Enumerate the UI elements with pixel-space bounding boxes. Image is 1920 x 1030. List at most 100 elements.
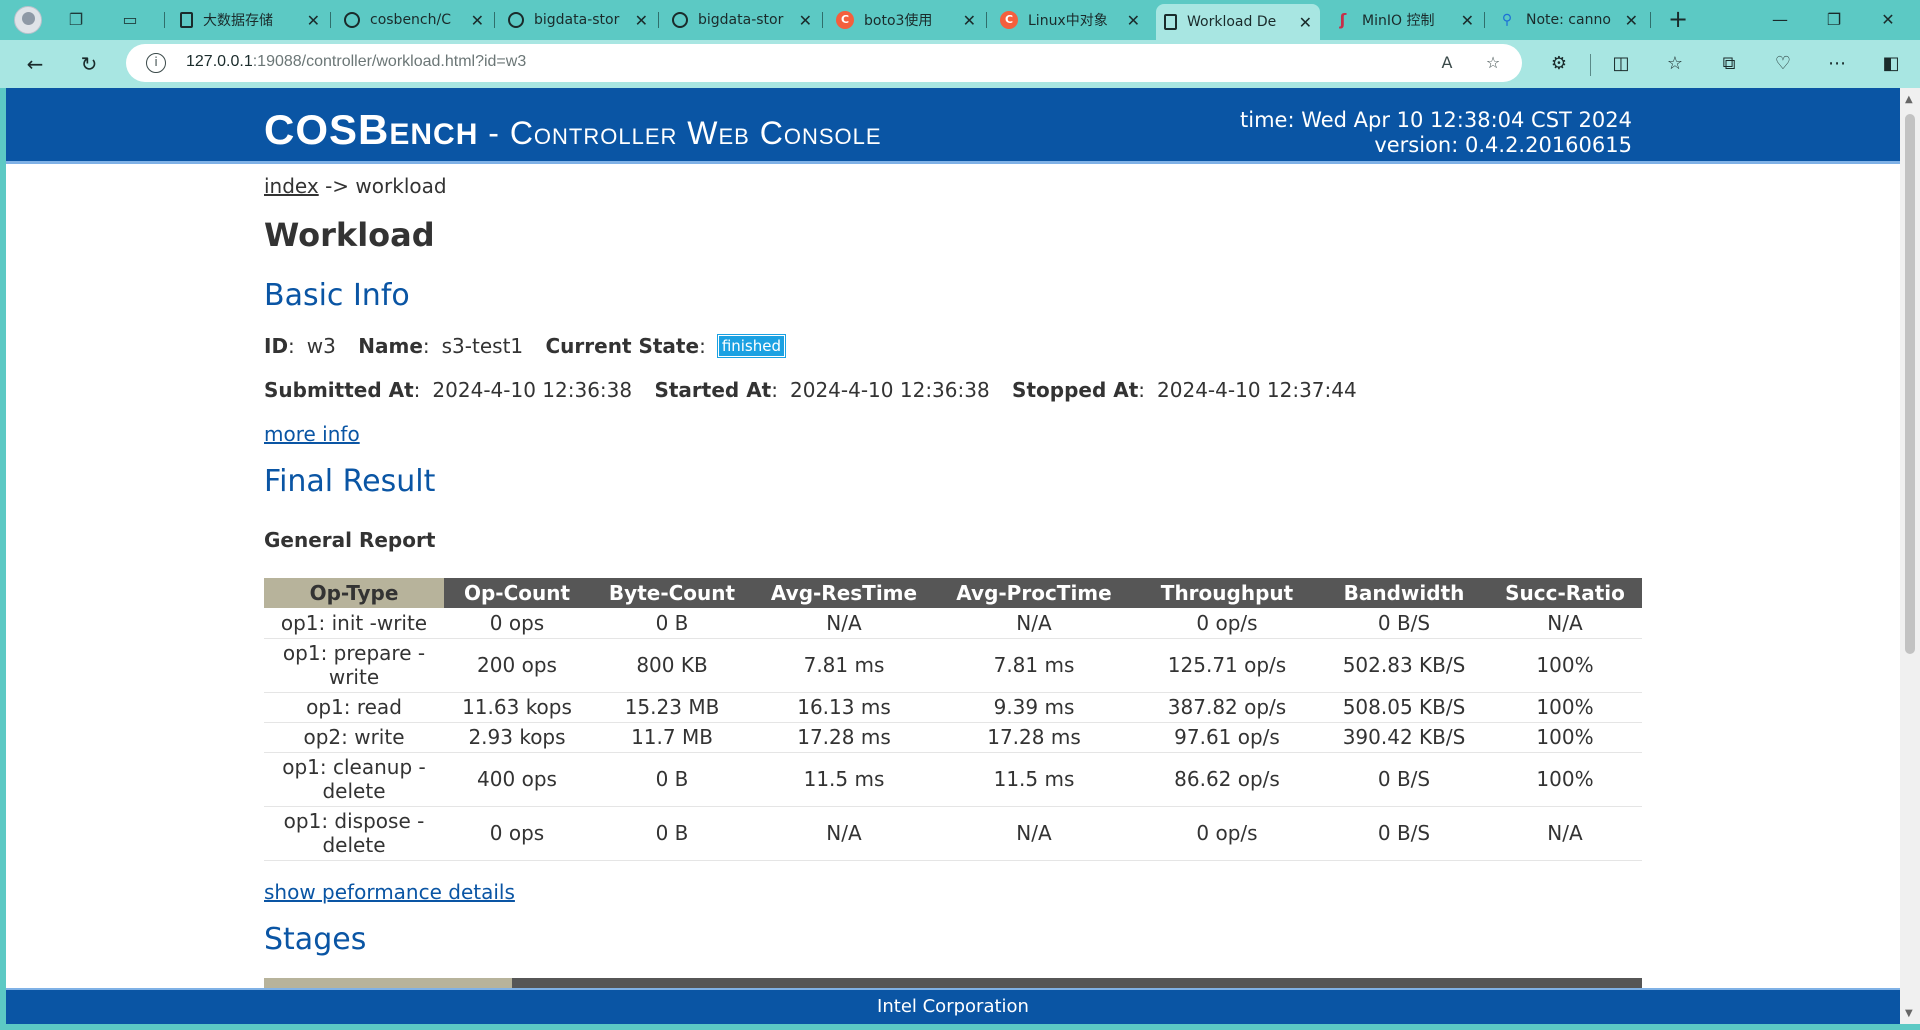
restore-button[interactable]: ❐ xyxy=(1812,6,1856,34)
doc-icon xyxy=(180,12,193,28)
tab-label: bigdata-stor xyxy=(534,12,620,28)
browser-essentials-icon[interactable]: ♡ xyxy=(1768,50,1798,80)
more-info-link[interactable]: more info xyxy=(264,422,360,446)
col-throughput: Throughput xyxy=(1134,578,1320,608)
breadcrumb-current: workload xyxy=(355,174,447,198)
table-row: op1: read 11.63 kops 15.23 MB 16.13 ms 9.39 … xyxy=(264,692,1642,723)
profile-avatar[interactable] xyxy=(14,6,42,34)
tab-1[interactable]: cosbench/C ✕ xyxy=(336,4,492,36)
back-icon[interactable]: ← xyxy=(20,50,50,80)
tab-label: cosbench/C xyxy=(370,12,451,28)
url-host: 127.0.0.1 xyxy=(186,53,253,70)
tab-7[interactable]: ʃ MinIO 控制 ✕ xyxy=(1326,4,1482,36)
minimize-button[interactable]: — xyxy=(1758,6,1802,34)
server-time: time: Wed Apr 10 12:38:04 CST 2024 xyxy=(1240,108,1632,132)
workload-name: s3-test1 xyxy=(441,334,524,358)
refresh-icon[interactable]: ↻ xyxy=(74,50,104,80)
header-meta: time: Wed Apr 10 12:38:04 CST 2024 versi… xyxy=(1240,108,1632,158)
col-succ-ratio: Succ-Ratio xyxy=(1488,578,1642,608)
scroll-down-icon[interactable]: ▼ xyxy=(1905,1008,1913,1019)
col-byte-count: Byte-Count xyxy=(590,578,754,608)
tab-8[interactable]: ⚲ Note: canno ✕ xyxy=(1490,4,1646,36)
tab-label: Note: canno xyxy=(1526,12,1611,28)
final-result-heading: Final Result xyxy=(264,464,436,499)
started-at: 2024-4-10 12:36:38 xyxy=(790,378,990,402)
tab-bar: ❐ ▭ 大数据存储 ✕ cosbench/C ✕ bigdata-stor ✕ … xyxy=(0,0,1920,40)
table-row: op1: cleanup -delete 400 ops 0 B 11.5 ms 11.… xyxy=(264,752,1642,807)
basic-info-heading: Basic Info xyxy=(264,278,410,313)
collections-icon[interactable]: ⧉ xyxy=(1714,50,1744,80)
tab-label: Workload De xyxy=(1187,14,1277,30)
read-aloud-icon[interactable]: A xyxy=(1436,52,1458,74)
scroll-up-icon[interactable]: ▲ xyxy=(1905,94,1913,105)
github-icon xyxy=(344,12,360,28)
navigation-bar: ← ↻ i 127.0.0.1:19088/controller/workloa… xyxy=(0,40,1920,88)
submitted-at: 2024-4-10 12:36:38 xyxy=(432,378,633,402)
col-avg-proctime: Avg-ProcTime xyxy=(934,578,1134,608)
close-icon[interactable]: ✕ xyxy=(1625,11,1638,30)
favorites-icon[interactable]: ☆ xyxy=(1660,50,1690,80)
tab-0[interactable]: 大数据存储 ✕ xyxy=(172,4,328,36)
extensions-icon[interactable]: ⚙ xyxy=(1544,50,1574,80)
table-header-row: Op-Type Op-Count Byte-Count Avg-ResTime … xyxy=(264,578,1642,608)
col-avg-restime: Avg-ResTime xyxy=(754,578,934,608)
stages-heading: Stages xyxy=(264,922,367,957)
col-op-type: Op-Type xyxy=(264,578,444,608)
general-report-heading: General Report xyxy=(264,528,436,552)
page-title: Workload xyxy=(264,216,435,254)
close-icon[interactable]: ✕ xyxy=(635,11,648,30)
doc-icon xyxy=(1164,14,1177,30)
close-icon[interactable]: ✕ xyxy=(307,11,320,30)
tab-label: Linux中对象 xyxy=(1028,13,1108,29)
more-menu-icon[interactable]: ⋯ xyxy=(1822,50,1852,80)
breadcrumb-index-link[interactable]: index xyxy=(264,174,319,198)
vertical-scrollbar[interactable]: ▲ ▼ xyxy=(1900,88,1920,1024)
tab-5[interactable]: C Linux中对象 ✕ xyxy=(992,4,1148,36)
split-screen-icon[interactable]: ◫ xyxy=(1606,50,1636,80)
url-path: :19088/controller/workload.html?id=w3 xyxy=(252,53,527,70)
basic-info-row-2: Submitted At: 2024-4-10 12:36:38 Started … xyxy=(264,378,1357,402)
tab-6-active[interactable]: Workload De ✕ xyxy=(1156,4,1320,40)
server-version: version: 0.4.2.20160615 xyxy=(1374,133,1632,157)
basic-info-row-1: ID: w3 Name: s3-test1 Current State: finish… xyxy=(264,334,801,358)
close-icon[interactable]: ✕ xyxy=(1299,13,1312,32)
col-bandwidth: Bandwidth xyxy=(1320,578,1488,608)
tab-2[interactable]: bigdata-stor ✕ xyxy=(500,4,656,36)
table-row: op2: write 2.93 kops 11.7 MB 17.28 ms 17.28 … xyxy=(264,722,1642,753)
close-icon[interactable]: ✕ xyxy=(1461,11,1474,30)
github-icon xyxy=(672,12,688,28)
close-icon[interactable]: ✕ xyxy=(1127,11,1140,30)
csdn-icon: C xyxy=(1000,11,1018,29)
new-tab-button[interactable]: + xyxy=(1664,6,1692,34)
close-icon[interactable]: ✕ xyxy=(471,11,484,30)
table-row: op1: prepare -write 200 ops 800 KB 7.81 ms 7… xyxy=(264,638,1642,693)
tab-label: MinIO 控制 xyxy=(1362,13,1435,29)
table-row: op1: dispose -delete 0 ops 0 B N/A N/A 0 op/s… xyxy=(264,806,1642,861)
tab-3[interactable]: bigdata-stor ✕ xyxy=(664,4,820,36)
console-title: COSBench - Controller Web Console xyxy=(264,106,882,153)
cosbench-header: COSBench - Controller Web Console time: … xyxy=(6,88,1900,164)
general-report-table: Op-Type Op-Count Byte-Count Avg-ResTime … xyxy=(264,578,1642,861)
status-badge: finished xyxy=(716,334,787,358)
favorite-star-icon[interactable]: ☆ xyxy=(1482,52,1504,74)
show-performance-details-link[interactable]: show peformance details xyxy=(264,880,515,904)
close-icon[interactable]: ✕ xyxy=(963,11,976,30)
col-op-count: Op-Count xyxy=(444,578,590,608)
address-bar[interactable]: i 127.0.0.1:19088/controller/workload.ht… xyxy=(126,44,1522,82)
workspaces-icon[interactable]: ❐ xyxy=(64,8,88,32)
tab-4[interactable]: C boto3使用 ✕ xyxy=(828,4,984,36)
sidebar-toggle-icon[interactable]: ◧ xyxy=(1876,50,1906,80)
close-icon[interactable]: ✕ xyxy=(799,11,812,30)
breadcrumb: index -> workload xyxy=(264,174,447,198)
table-row: op1: init -write 0 ops 0 B N/A N/A 0 op/s 0 B/… xyxy=(264,608,1642,639)
csdn-icon: C xyxy=(836,11,854,29)
vertical-tabs-icon[interactable]: ▭ xyxy=(118,8,142,32)
tab-label: bigdata-stor xyxy=(698,12,784,28)
close-window-button[interactable]: ✕ xyxy=(1866,6,1910,34)
scrollbar-thumb[interactable] xyxy=(1905,114,1915,654)
search-icon: ⚲ xyxy=(1501,12,1513,28)
site-info-icon[interactable]: i xyxy=(146,53,166,73)
address-url[interactable]: 127.0.0.1:19088/controller/workload.html… xyxy=(186,53,526,71)
tab-label: boto3使用 xyxy=(864,13,933,29)
page-footer: Intel Corporation xyxy=(6,988,1900,1024)
